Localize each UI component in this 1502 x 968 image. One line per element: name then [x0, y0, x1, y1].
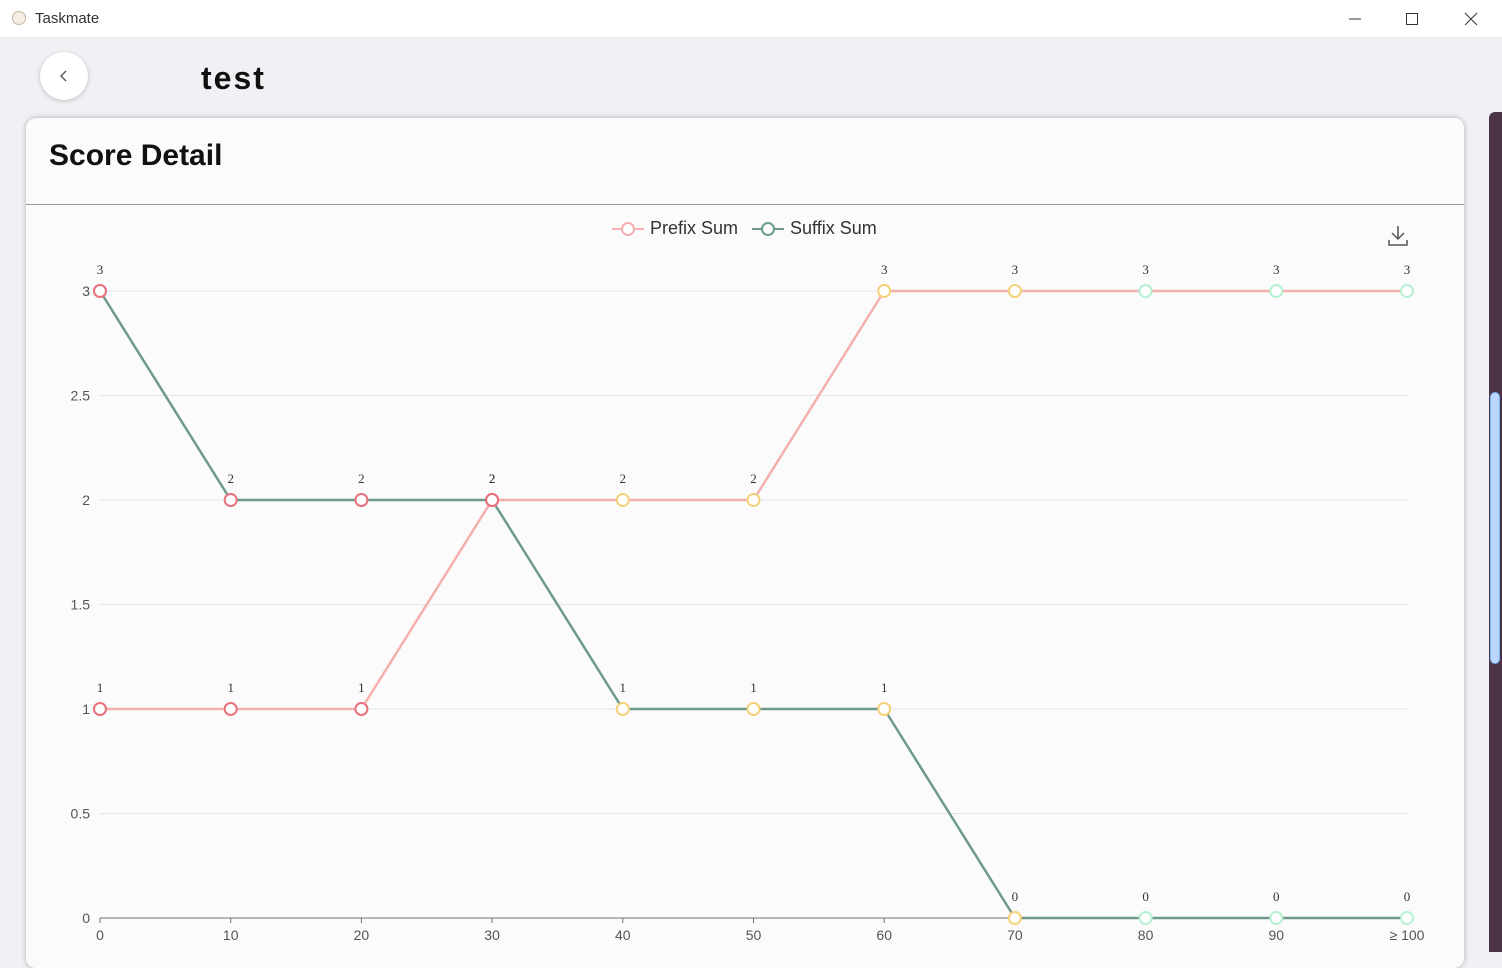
chevron-left-icon — [60, 70, 67, 82]
y-tick-label: 2 — [82, 492, 90, 508]
data-point — [1007, 284, 1022, 298]
y-tick-label: 0.5 — [71, 806, 91, 822]
data-point — [746, 493, 761, 507]
app-title: Taskmate — [35, 10, 100, 27]
data-point — [877, 702, 892, 716]
data-point — [746, 702, 761, 716]
close-icon — [1464, 12, 1478, 26]
data-point — [877, 284, 892, 298]
data-label: 3 — [881, 262, 888, 277]
data-label: 0 — [1404, 889, 1411, 904]
data-point — [1138, 284, 1153, 298]
x-tick-label: 60 — [876, 927, 892, 943]
y-tick-label: 1.5 — [71, 597, 91, 613]
y-tick-label: 1 — [82, 701, 90, 717]
data-label: 2 — [620, 471, 627, 486]
data-point — [1007, 911, 1022, 925]
x-tick-label: 50 — [746, 927, 762, 943]
data-point — [354, 493, 369, 507]
data-label: 0 — [1273, 889, 1280, 904]
page-title: test — [201, 60, 266, 96]
x-tick-label: 10 — [223, 927, 239, 943]
data-point — [1400, 911, 1414, 925]
data-label: 1 — [227, 680, 234, 695]
data-point — [615, 493, 630, 507]
data-label: 1 — [881, 680, 888, 695]
y-tick-label: 2.5 — [71, 388, 91, 404]
x-tick-label: 90 — [1269, 927, 1285, 943]
x-tick-label: 40 — [615, 927, 631, 943]
data-label: 0 — [1142, 889, 1149, 904]
data-label: 3 — [97, 262, 104, 277]
data-point — [1269, 911, 1284, 925]
data-point — [93, 702, 107, 716]
score-detail-card: Score Detail Prefix Sum Suffix Sum 0 0.5 1… — [26, 118, 1464, 968]
x-tick-label: 30 — [484, 927, 500, 943]
page-scrollbar-thumb[interactable] — [1490, 392, 1500, 664]
maximize-icon — [1406, 13, 1418, 25]
data-point — [223, 493, 238, 507]
data-label: 2 — [227, 471, 234, 486]
minimize-icon — [1349, 18, 1361, 20]
x-tick-label: 70 — [1007, 927, 1023, 943]
window-titlebar: Taskmate — [0, 0, 1502, 38]
data-label: 2 — [750, 471, 757, 486]
data-label: 1 — [358, 680, 365, 695]
data-label: 2 — [358, 471, 365, 486]
y-tick-label: 0 — [82, 910, 90, 926]
y-tick-label: 3 — [82, 283, 90, 299]
data-label: 3 — [1404, 262, 1411, 277]
data-point — [615, 702, 630, 716]
data-point — [485, 493, 500, 507]
data-label: 1 — [97, 680, 104, 695]
data-point — [1400, 284, 1414, 298]
x-tick-label: 80 — [1138, 927, 1154, 943]
data-label: 3 — [1273, 262, 1280, 277]
data-label: 1 — [620, 680, 627, 695]
x-tick-label: ≥ 100 — [1390, 927, 1425, 943]
data-point — [1138, 911, 1153, 925]
close-button[interactable] — [1448, 0, 1494, 38]
score-line-chart: 00.511.522.530 10 20 30 40 50 60 70 80 90 ≥ 1001 1 1… — [71, 262, 1425, 943]
data-label: 3 — [1012, 262, 1019, 277]
data-point — [1269, 284, 1284, 298]
app-logo-icon — [12, 11, 26, 25]
x-tick-label: 20 — [354, 927, 370, 943]
data-label: 0 — [1012, 889, 1019, 904]
data-point — [354, 702, 369, 716]
maximize-button[interactable] — [1389, 0, 1435, 38]
minimize-button[interactable] — [1332, 0, 1378, 38]
back-button[interactable] — [40, 52, 88, 100]
data-label: 3 — [1142, 262, 1149, 277]
data-point — [223, 702, 238, 716]
data-label: 2 — [489, 471, 496, 486]
x-tick-label: 0 — [96, 927, 104, 943]
data-point — [93, 284, 107, 298]
data-label: 1 — [750, 680, 757, 695]
